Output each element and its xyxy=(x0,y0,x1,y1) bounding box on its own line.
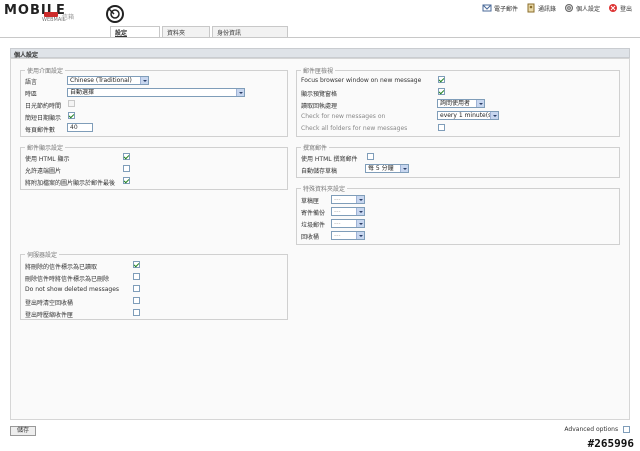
read-receipt-select[interactable]: 詢問使用者 xyxy=(437,99,485,108)
mailbox-view-legend: 郵件匣檢視 xyxy=(303,68,334,75)
display-legend: 郵件顯示設定 xyxy=(27,145,64,152)
timezone-select[interactable]: 自動選擇 xyxy=(67,88,245,97)
draft-label: 自動儲存草稿 xyxy=(301,168,338,175)
top-link-logout-label: 登出 xyxy=(619,5,632,13)
address-book-icon xyxy=(527,3,535,13)
display-html-checkbox[interactable] xyxy=(123,153,130,160)
special-folders-legend: 特殊資料夾設定 xyxy=(303,186,346,193)
special-folder-select[interactable]: --- xyxy=(331,207,365,216)
inline-img-label: 將附加檔案的圖片顯示於郵件最後 xyxy=(25,180,116,187)
focus-label: Focus browser window on new message xyxy=(301,77,422,84)
special-folder-select[interactable]: --- xyxy=(331,231,365,240)
language-select[interactable]: Chinese (Traditional) xyxy=(67,76,149,85)
timezone-label: 時區 xyxy=(25,91,38,98)
read-receipt-value: 詢問使用者 xyxy=(440,100,471,107)
check-all-label: Check all folders for new messages xyxy=(301,125,408,132)
logout-icon xyxy=(608,4,617,12)
pretty-date-label: 簡短日期顯示 xyxy=(25,115,62,122)
logo: MOBILE 信箱 WEBMAIL xyxy=(4,3,129,23)
special-folder-select[interactable]: --- xyxy=(331,219,365,228)
compose-legend: 撰寫郵件 xyxy=(303,145,328,152)
server-option-label: 登出時壓縮收件匣 xyxy=(25,312,74,319)
top-link-settings-label: 個人設定 xyxy=(575,5,600,13)
settings-icon xyxy=(564,4,573,12)
draft-select[interactable]: 每 5 分鐘 xyxy=(365,164,409,173)
logo-swirl-icon xyxy=(106,5,124,23)
server-option-label: 將刪除的信件標示為已讀取 xyxy=(25,264,98,271)
save-button[interactable]: 儲存 xyxy=(10,426,36,436)
server-option-label: Do not show deleted messages xyxy=(25,286,120,293)
top-link-addressbook[interactable]: 通訊錄 xyxy=(526,3,556,13)
server-option-checkbox[interactable] xyxy=(133,285,140,292)
chevron-down-icon xyxy=(356,196,364,203)
advanced-options-label: Advanced options xyxy=(564,426,619,433)
chevron-down-icon xyxy=(236,89,244,96)
top-link-logout[interactable]: 登出 xyxy=(608,3,632,13)
remote-img-checkbox[interactable] xyxy=(123,165,130,172)
preview-checkbox[interactable] xyxy=(438,88,445,95)
read-receipt-label: 讀取回執處理 xyxy=(301,103,338,110)
chevron-down-icon xyxy=(400,165,408,172)
remote-img-label: 允許遠端圖片 xyxy=(25,168,62,175)
chevron-down-icon xyxy=(490,112,498,119)
section-title: 個人設定 xyxy=(10,48,630,59)
special-folder-value: --- xyxy=(334,232,341,239)
server-option-label: 登出時清空回收桶 xyxy=(25,300,74,307)
check-new-select[interactable]: every 1 minute(s) xyxy=(437,111,499,120)
language-label: 語言 xyxy=(25,79,38,86)
logo-subtitle: WEBMAIL xyxy=(42,17,66,23)
draft-value: 每 5 分鐘 xyxy=(368,165,394,172)
chevron-down-icon xyxy=(476,100,484,107)
chevron-down-icon xyxy=(356,232,364,239)
tab-divider xyxy=(0,37,640,38)
top-links: 電子郵件 通訊錄 個人設定 登出 xyxy=(482,3,632,13)
top-link-addressbook-label: 通訊錄 xyxy=(537,5,556,13)
check-all-checkbox[interactable] xyxy=(438,124,445,131)
dst-checkbox[interactable] xyxy=(68,100,75,107)
special-folder-label: 垃圾郵件 xyxy=(301,222,326,229)
inline-img-checkbox[interactable] xyxy=(123,177,130,184)
top-link-mail-label: 電子郵件 xyxy=(493,5,518,13)
special-folder-value: --- xyxy=(334,208,341,215)
timezone-value: 自動選擇 xyxy=(70,89,95,96)
pretty-date-checkbox[interactable] xyxy=(68,112,75,119)
server-option-checkbox[interactable] xyxy=(133,297,140,304)
top-link-settings[interactable]: 個人設定 xyxy=(564,3,600,13)
watermark: #265996 xyxy=(587,437,634,450)
dst-label: 日光節約時間 xyxy=(25,103,62,110)
special-folder-value: --- xyxy=(334,196,341,203)
preview-label: 顯示預覽窗格 xyxy=(301,91,338,98)
advanced-options[interactable]: Advanced options xyxy=(564,426,630,433)
server-option-label: 刪除信件時將信件標示為已刪除 xyxy=(25,276,110,283)
advanced-options-checkbox[interactable] xyxy=(623,426,630,433)
check-new-value: every 1 minute(s) xyxy=(440,112,494,119)
language-value: Chinese (Traditional) xyxy=(70,77,132,84)
server-legend: 伺服器設定 xyxy=(27,252,58,259)
rows-label: 每頁郵件數 xyxy=(25,127,56,134)
server-option-checkbox[interactable] xyxy=(133,273,140,280)
special-folder-label: 草稿匣 xyxy=(301,198,320,205)
special-folder-label: 回收桶 xyxy=(301,234,320,241)
rows-input[interactable]: 40 xyxy=(67,123,93,132)
tab-settings[interactable]: 設定 xyxy=(110,26,160,37)
chevron-down-icon xyxy=(356,220,364,227)
focus-checkbox[interactable] xyxy=(438,76,445,83)
ui-settings-legend: 使用介面設定 xyxy=(27,68,64,75)
server-option-checkbox[interactable] xyxy=(133,309,140,316)
check-new-label: Check for new messages on xyxy=(301,113,386,120)
server-option-checkbox[interactable] xyxy=(133,261,140,268)
mail-icon xyxy=(482,4,492,12)
compose-html-label: 使用 HTML 撰寫郵件 xyxy=(301,156,358,163)
tab-folders[interactable]: 資料夾 xyxy=(162,26,210,37)
special-folder-value: --- xyxy=(334,220,341,227)
special-folder-select[interactable]: --- xyxy=(331,195,365,204)
chevron-down-icon xyxy=(356,208,364,215)
chevron-down-icon xyxy=(140,77,148,84)
display-html-label: 使用 HTML 顯示 xyxy=(25,156,70,163)
top-link-mail[interactable]: 電子郵件 xyxy=(482,3,518,13)
special-folder-label: 寄件備份 xyxy=(301,210,326,217)
compose-html-checkbox[interactable] xyxy=(367,153,374,160)
tab-identities[interactable]: 身份資訊 xyxy=(212,26,288,37)
